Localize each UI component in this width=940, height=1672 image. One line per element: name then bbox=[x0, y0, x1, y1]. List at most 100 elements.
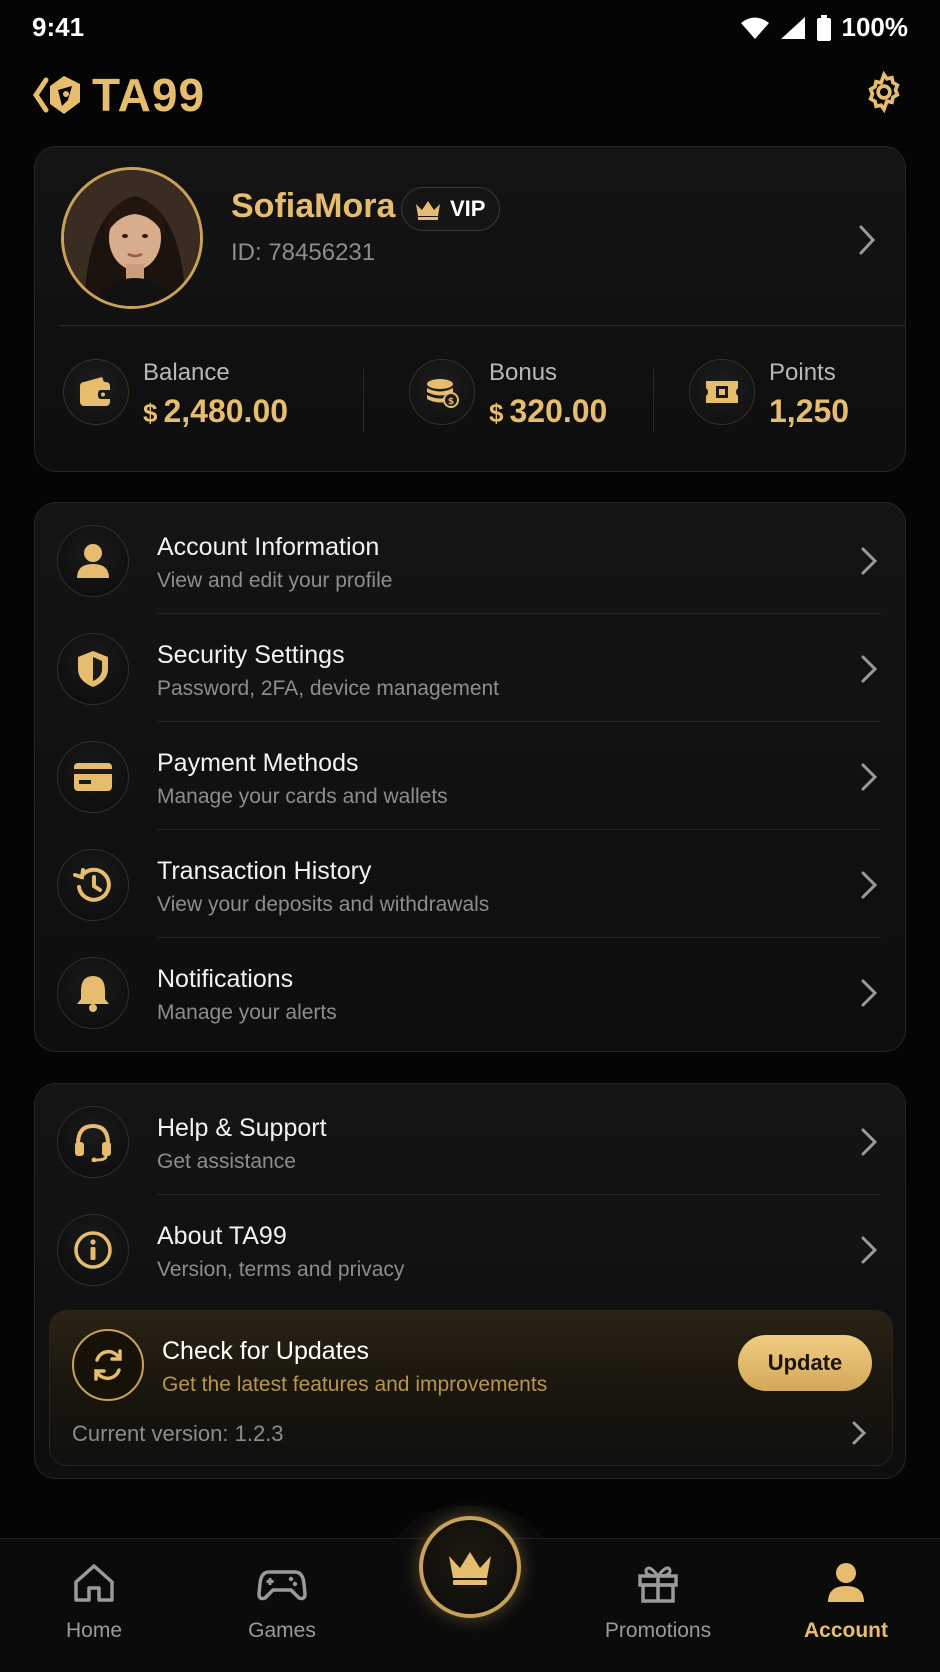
update-title: Check for Updates bbox=[162, 1337, 370, 1365]
divider bbox=[157, 829, 881, 830]
menu-item-payment-methods[interactable]: Payment Methods Manage your cards and wa… bbox=[35, 723, 907, 831]
history-icon bbox=[57, 849, 129, 921]
divider bbox=[59, 325, 905, 326]
coins-icon: $ bbox=[409, 359, 475, 425]
svg-text:$: $ bbox=[448, 397, 454, 407]
nav-games[interactable]: Games bbox=[207, 1559, 357, 1659]
divider bbox=[157, 1194, 881, 1195]
status-indicators: 100% bbox=[740, 12, 909, 43]
update-button[interactable]: Update bbox=[738, 1335, 872, 1391]
nav-promotions[interactable]: Promotions bbox=[583, 1559, 733, 1659]
menu-item-about[interactable]: About TA99 Version, terms and privacy bbox=[35, 1196, 907, 1304]
chevron-right-icon bbox=[861, 1128, 878, 1156]
chevron-right-icon bbox=[861, 871, 878, 899]
headset-icon bbox=[57, 1106, 129, 1178]
update-subtitle: Get the latest features and improvements bbox=[162, 1373, 548, 1396]
stat-value: $320.00 bbox=[489, 393, 608, 429]
shield-icon bbox=[57, 633, 129, 705]
nav-label: Promotions bbox=[604, 1619, 712, 1642]
center-crown-button[interactable] bbox=[419, 1516, 521, 1618]
menu-title: Help & Support bbox=[157, 1114, 327, 1142]
bell-icon bbox=[57, 957, 129, 1029]
divider bbox=[157, 721, 881, 722]
divider bbox=[157, 937, 881, 938]
user-icon bbox=[57, 525, 129, 597]
info-icon bbox=[57, 1214, 129, 1286]
chevron-right-icon bbox=[861, 1236, 878, 1264]
app-header: TA99 bbox=[0, 60, 940, 130]
nav-label: Games bbox=[248, 1619, 316, 1642]
settings-button[interactable] bbox=[862, 70, 906, 114]
avatar[interactable] bbox=[61, 167, 203, 309]
menu-title: About TA99 bbox=[157, 1222, 287, 1250]
stat-value: 1,250 bbox=[769, 393, 850, 429]
stat-label: Points bbox=[769, 359, 836, 386]
user-id: ID: 78456231 bbox=[231, 239, 376, 266]
nav-home[interactable]: Home bbox=[19, 1559, 169, 1659]
chevron-right-icon[interactable] bbox=[850, 1419, 868, 1447]
brand-name: TA99 bbox=[92, 69, 206, 121]
logo-mark-icon bbox=[32, 76, 80, 114]
crown-icon bbox=[416, 201, 440, 220]
stat-divider bbox=[363, 369, 364, 433]
menu-item-account-information[interactable]: Account Information View and edit your p… bbox=[35, 507, 907, 615]
username: SofiaMora bbox=[231, 187, 396, 225]
battery-percent: 100% bbox=[841, 12, 909, 42]
gear-icon bbox=[868, 70, 900, 114]
stat-label: Balance bbox=[143, 359, 230, 386]
card-icon bbox=[57, 741, 129, 813]
stat-points[interactable]: Points 1,250 bbox=[689, 353, 889, 433]
menu-item-notifications[interactable]: Notifications Manage your alerts bbox=[35, 939, 907, 1047]
crown-icon bbox=[449, 1552, 491, 1585]
status-bar: 9:41 100% bbox=[0, 0, 940, 56]
battery-icon bbox=[816, 14, 831, 41]
chevron-right-icon[interactable] bbox=[857, 223, 877, 257]
gift-icon bbox=[638, 1566, 678, 1603]
brand-logo[interactable]: TA99 bbox=[32, 68, 205, 122]
divider bbox=[157, 613, 881, 614]
nav-label: Home bbox=[65, 1619, 123, 1642]
menu-subtitle: Manage your alerts bbox=[157, 1001, 337, 1024]
menu-subtitle: View your deposits and withdrawals bbox=[157, 893, 490, 916]
chevron-right-icon bbox=[861, 979, 878, 1007]
avatar-portrait bbox=[64, 170, 200, 306]
home-icon bbox=[74, 1564, 114, 1602]
menu-title: Payment Methods bbox=[157, 749, 359, 777]
current-version: Current version: 1.2.3 bbox=[72, 1421, 284, 1446]
nav-label: Account bbox=[804, 1619, 888, 1642]
stat-label: Bonus bbox=[489, 359, 558, 386]
update-panel: Check for Updates Get the latest feature… bbox=[49, 1310, 893, 1466]
chevron-right-icon bbox=[861, 763, 878, 791]
stat-value: $2,480.00 bbox=[143, 393, 289, 429]
menu-subtitle: Manage your cards and wallets bbox=[157, 785, 448, 808]
stat-bonus[interactable]: $ Bonus $320.00 bbox=[409, 353, 649, 433]
status-time: 9:41 bbox=[32, 12, 85, 42]
stat-divider bbox=[653, 369, 654, 433]
menu-subtitle: View and edit your profile bbox=[157, 569, 393, 592]
vip-label: VIP bbox=[450, 196, 486, 221]
gamepad-icon bbox=[257, 1570, 307, 1601]
stat-balance[interactable]: Balance $2,480.00 bbox=[63, 353, 323, 433]
vip-badge[interactable]: VIP bbox=[401, 187, 501, 231]
chevron-right-icon bbox=[861, 547, 878, 575]
nav-account[interactable]: Account bbox=[771, 1559, 921, 1659]
menu-title: Account Information bbox=[157, 533, 380, 561]
account-icon bbox=[828, 1563, 864, 1602]
menu-title: Notifications bbox=[157, 965, 294, 993]
support-menu: Help & Support Get assistance About TA99… bbox=[34, 1083, 906, 1479]
signal-icon bbox=[780, 16, 805, 39]
menu-item-transaction-history[interactable]: Transaction History View your deposits a… bbox=[35, 831, 907, 939]
menu-title: Transaction History bbox=[157, 857, 372, 885]
menu-item-help-support[interactable]: Help & Support Get assistance bbox=[35, 1088, 907, 1196]
ticket-icon bbox=[689, 359, 755, 425]
menu-subtitle: Get assistance bbox=[157, 1150, 296, 1173]
wallet-icon bbox=[63, 359, 129, 425]
chevron-right-icon bbox=[861, 655, 878, 683]
menu-subtitle: Password, 2FA, device management bbox=[157, 677, 500, 700]
menu-subtitle: Version, terms and privacy bbox=[157, 1258, 405, 1281]
wifi-icon bbox=[740, 17, 769, 39]
refresh-icon bbox=[72, 1329, 144, 1401]
menu-item-security-settings[interactable]: Security Settings Password, 2FA, device … bbox=[35, 615, 907, 723]
profile-card[interactable]: SofiaMora VIP ID: 78456231 Balance $2,48… bbox=[34, 146, 906, 472]
account-menu: Account Information View and edit your p… bbox=[34, 502, 906, 1052]
